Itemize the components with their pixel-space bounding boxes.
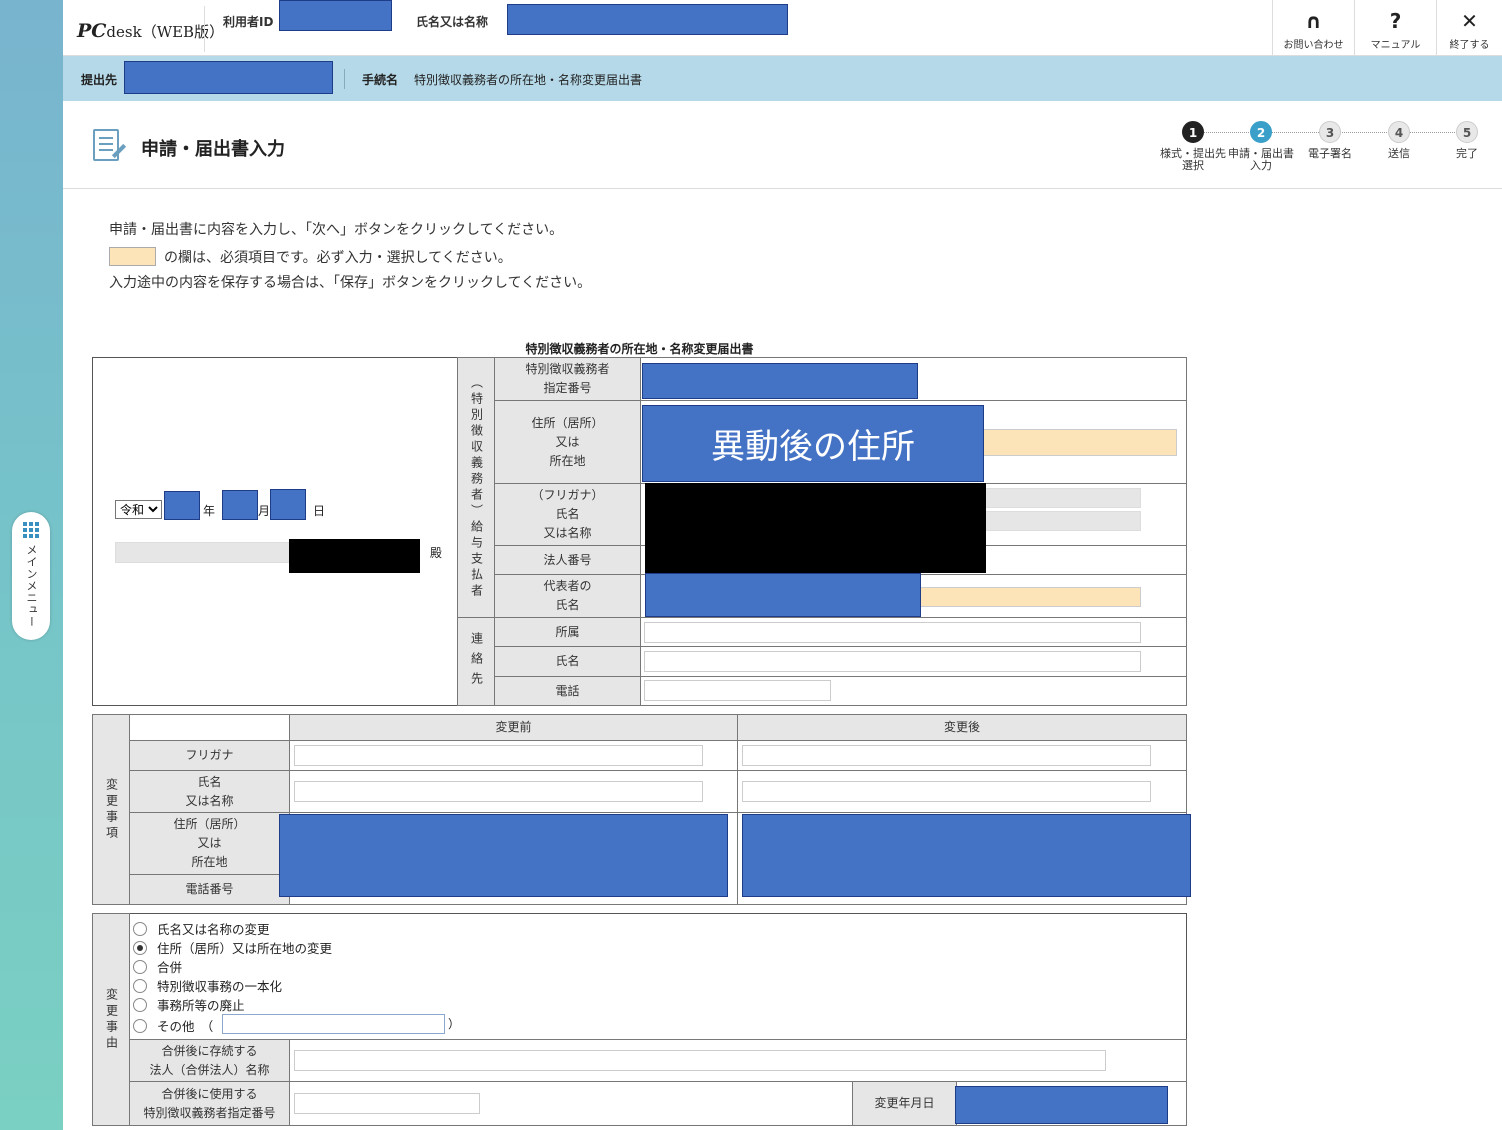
question-icon: ? (1389, 9, 1402, 33)
page-title: 申請・届出書入力 (141, 139, 285, 160)
progress-steps: 1 様式・提出先 選択 2 申請・届出書 入力 3 電子署名 4 送信 5 完了 (1158, 121, 1498, 181)
step-3: 3 電子署名 (1295, 121, 1365, 160)
change-items-label: 変更事項 (92, 714, 130, 905)
merged-corp-name-input[interactable] (294, 1050, 1106, 1071)
radio-button[interactable] (133, 978, 147, 993)
step-2: 2 申請・届出書 入力 (1226, 121, 1296, 172)
contact-tel-input[interactable] (644, 680, 831, 701)
headset-icon: ∩ (1305, 9, 1322, 33)
rep-name-input-tail[interactable] (920, 587, 1141, 607)
user-name-value (507, 4, 788, 35)
radio-button[interactable] (133, 921, 147, 936)
destination-label: 提出先 (81, 73, 118, 87)
left-sidebar: メインメニュー (0, 0, 63, 1130)
payer-name-input[interactable] (985, 511, 1141, 531)
radio-button[interactable] (133, 1018, 147, 1033)
procedure-label: 手続名 (362, 73, 399, 87)
user-id-label: 利用者ID (223, 15, 274, 29)
main-menu-label: メインメニュー (25, 544, 38, 628)
radio-button[interactable] (133, 997, 147, 1012)
after-kana-input[interactable] (742, 745, 1151, 766)
before-header: 変更前 (289, 714, 738, 741)
before-address-input[interactable] (279, 814, 728, 897)
addressee-redacted (289, 539, 420, 573)
manual-button[interactable]: ? マニュアル (1354, 0, 1436, 56)
after-header: 変更後 (737, 714, 1187, 741)
procedure-name: 特別徴収義務者の所在地・名称変更届出書 (414, 73, 643, 87)
top-header: PCdesk（WEB版） 利用者ID 氏名又は名称 ∩ お問い合わせ ? マニュアル… (63, 0, 1502, 56)
user-name-label: 氏名又は名称 (416, 15, 489, 29)
reason-merger[interactable]: 合併 (133, 957, 182, 976)
payer-address-input-tail[interactable] (981, 429, 1177, 456)
change-reason-label: 変更事由 (92, 913, 130, 1126)
step-4: 4 送信 (1364, 121, 1434, 160)
other-reason-input[interactable] (222, 1014, 445, 1034)
required-color-sample (109, 247, 156, 266)
contact-name-input[interactable] (644, 651, 1141, 672)
after-address-input[interactable] (742, 814, 1191, 897)
payer-address-input[interactable]: 異動後の住所 (642, 405, 984, 482)
user-id-value (279, 0, 392, 31)
grid-icon (23, 522, 39, 538)
close-icon: ✕ (1461, 9, 1478, 33)
month-input[interactable] (222, 490, 258, 520)
radio-button[interactable] (133, 959, 147, 974)
contact-group-label: 連絡先 (457, 617, 495, 706)
page-title-bar: 申請・届出書入力 1 様式・提出先 選択 2 申請・届出書 入力 3 電子署名 4 送信… (63, 101, 1502, 189)
reason-address-change[interactable]: 住所（居所）又は所在地の変更 (133, 938, 332, 957)
addressee-suffix: 殿 (430, 546, 443, 560)
day-input[interactable] (270, 489, 306, 520)
payer-kana-input[interactable] (985, 488, 1141, 508)
designated-no-input[interactable] (642, 363, 918, 399)
era-select[interactable]: 令和 (115, 500, 162, 519)
reason-other[interactable]: その他 （ (133, 1016, 213, 1035)
destination-value (124, 61, 333, 94)
addressee-input[interactable] (115, 542, 290, 563)
exit-button[interactable]: ✕ 終了する (1436, 0, 1502, 56)
before-kana-input[interactable] (294, 745, 703, 766)
contact-dept-input[interactable] (644, 622, 1141, 643)
app-logo: PCdesk（WEB版） (77, 20, 225, 42)
contact-button[interactable]: ∩ お問い合わせ (1272, 0, 1354, 56)
instruction-line-3: 入力途中の内容を保存する場合は、「保存」ボタンをクリックしてください。 (109, 275, 592, 291)
reason-office-closure[interactable]: 事務所等の廃止 (133, 995, 245, 1014)
payer-name-redacted (645, 483, 986, 573)
before-name-input[interactable] (294, 781, 703, 802)
reason-consolidation[interactable]: 特別徴収事務の一本化 (133, 976, 282, 995)
instruction-line-1: 申請・届出書に内容を入力し、「次へ」ボタンをクリックしてください。 (109, 222, 564, 238)
main-menu-tab[interactable]: メインメニュー (12, 512, 50, 640)
reason-name-change[interactable]: 氏名又は名称の変更 (133, 919, 270, 938)
merged-designated-no-input[interactable] (294, 1093, 480, 1114)
after-name-input[interactable] (742, 781, 1151, 802)
submission-bar: 提出先 手続名 特別徴収義務者の所在地・名称変更届出書 (63, 56, 1502, 101)
step-5: 5 完了 (1432, 121, 1502, 160)
year-input[interactable] (164, 491, 200, 520)
instruction-line-2: の欄は、必須項目です。必ず入力・選択してください。 (164, 250, 512, 266)
payer-group-label: （特別徴収義務者）給与支払者 (457, 357, 495, 618)
step-1: 1 様式・提出先 選択 (1158, 121, 1228, 172)
change-date-input[interactable] (955, 1086, 1168, 1124)
form-title: 特別徴収義務者の所在地・名称変更届出書 (525, 342, 754, 356)
rep-name-input[interactable] (645, 573, 921, 617)
radio-button-checked[interactable] (133, 940, 147, 955)
